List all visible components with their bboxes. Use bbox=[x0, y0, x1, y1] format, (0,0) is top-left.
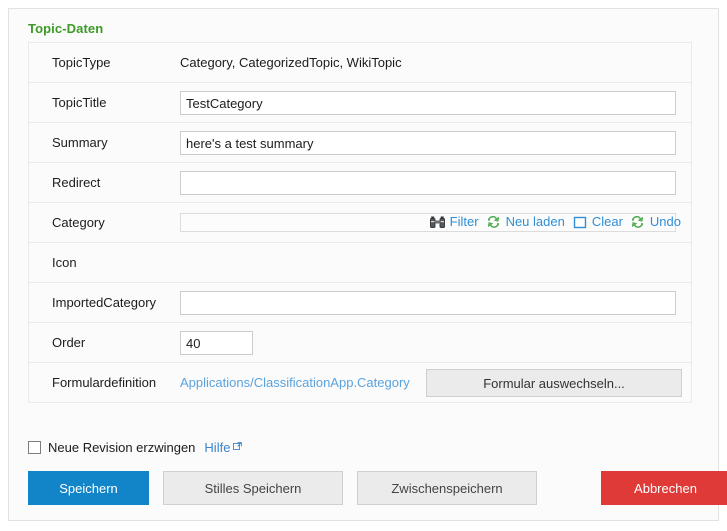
field-label-topictype: TopicType bbox=[52, 55, 111, 70]
summary-input[interactable] bbox=[180, 131, 676, 155]
undo-refresh-icon[interactable] bbox=[630, 214, 646, 230]
table-row-category: Category Filter Neu laden Clear Undo bbox=[29, 203, 691, 243]
order-input[interactable] bbox=[180, 331, 253, 355]
topictype-value: Category, CategorizedTopic, WikiTopic bbox=[180, 55, 402, 70]
category-clear-link[interactable]: Clear bbox=[592, 210, 623, 234]
table-row-order: Order bbox=[29, 323, 691, 363]
save-button[interactable]: Speichern bbox=[28, 471, 149, 505]
table-row-topictitle: TopicTitle bbox=[29, 83, 691, 123]
field-value-topictitle bbox=[180, 83, 683, 122]
field-value-importedcategory bbox=[180, 283, 683, 322]
cancel-button[interactable]: Abbrechen bbox=[601, 471, 727, 505]
field-value-icon bbox=[180, 243, 683, 282]
table-row-summary: Summary bbox=[29, 123, 691, 163]
field-value-formulardefinition: Applications/ClassificationApp.Category … bbox=[180, 363, 683, 402]
field-label-importedcategory: ImportedCategory bbox=[52, 295, 157, 310]
formulardefinition-link[interactable]: Applications/ClassificationApp.Category bbox=[180, 363, 410, 402]
field-value-category: Filter Neu laden Clear Undo bbox=[180, 203, 683, 242]
draft-save-button[interactable]: Zwischenspeichern bbox=[357, 471, 537, 505]
help-link-label: Hilfe bbox=[204, 440, 231, 455]
field-value-redirect bbox=[180, 163, 683, 202]
field-value-order bbox=[180, 323, 683, 362]
category-reload-link[interactable]: Neu laden bbox=[506, 210, 565, 234]
form-panel: Topic-Daten TopicType Category, Categori… bbox=[8, 8, 727, 521]
field-label-order: Order bbox=[52, 335, 86, 350]
binoculars-icon[interactable] bbox=[430, 214, 446, 230]
topic-data-table: TopicType Category, CategorizedTopic, Wi… bbox=[28, 42, 692, 403]
importedcategory-input[interactable] bbox=[180, 291, 676, 315]
category-toolbar: Filter Neu laden Clear Undo bbox=[427, 210, 681, 234]
redirect-input[interactable] bbox=[180, 171, 676, 195]
empty-box-icon[interactable] bbox=[572, 214, 588, 230]
help-link[interactable]: Hilfe bbox=[204, 439, 243, 455]
field-label-icon: Icon bbox=[52, 255, 77, 270]
category-undo-link[interactable]: Undo bbox=[650, 210, 681, 234]
table-row-importedcategory: ImportedCategory bbox=[29, 283, 691, 323]
field-value-summary bbox=[180, 123, 683, 162]
swap-form-button[interactable]: Formular auswechseln... bbox=[426, 369, 682, 397]
field-label-redirect: Redirect bbox=[52, 175, 101, 190]
field-label-formulardefinition: Formulardefinition bbox=[52, 375, 157, 390]
table-row-redirect: Redirect bbox=[29, 163, 691, 203]
table-row-icon: Icon bbox=[29, 243, 691, 283]
refresh-icon[interactable] bbox=[486, 214, 502, 230]
field-value-topictype: Category, CategorizedTopic, WikiTopic bbox=[180, 43, 683, 82]
table-row-formulardefinition: Formulardefinition Applications/Classifi… bbox=[29, 363, 691, 403]
page-title: Topic-Daten bbox=[28, 21, 104, 36]
external-link-icon bbox=[233, 439, 243, 454]
silent-save-button[interactable]: Stilles Speichern bbox=[163, 471, 343, 505]
table-row-topictype: TopicType Category, CategorizedTopic, Wi… bbox=[29, 43, 691, 83]
field-label-category: Category bbox=[52, 215, 105, 230]
force-new-revision-label: Neue Revision erzwingen bbox=[48, 439, 196, 455]
topictitle-input[interactable] bbox=[180, 91, 676, 115]
force-new-revision-row: Neue Revision erzwingen Hilfe bbox=[28, 437, 243, 457]
field-label-summary: Summary bbox=[52, 135, 108, 150]
field-label-topictitle: TopicTitle bbox=[52, 95, 107, 110]
force-new-revision-checkbox[interactable] bbox=[28, 440, 41, 454]
form-actions: Speichern Stilles Speichern Zwischenspei… bbox=[28, 471, 727, 505]
category-filter-link[interactable]: Filter bbox=[450, 210, 479, 234]
